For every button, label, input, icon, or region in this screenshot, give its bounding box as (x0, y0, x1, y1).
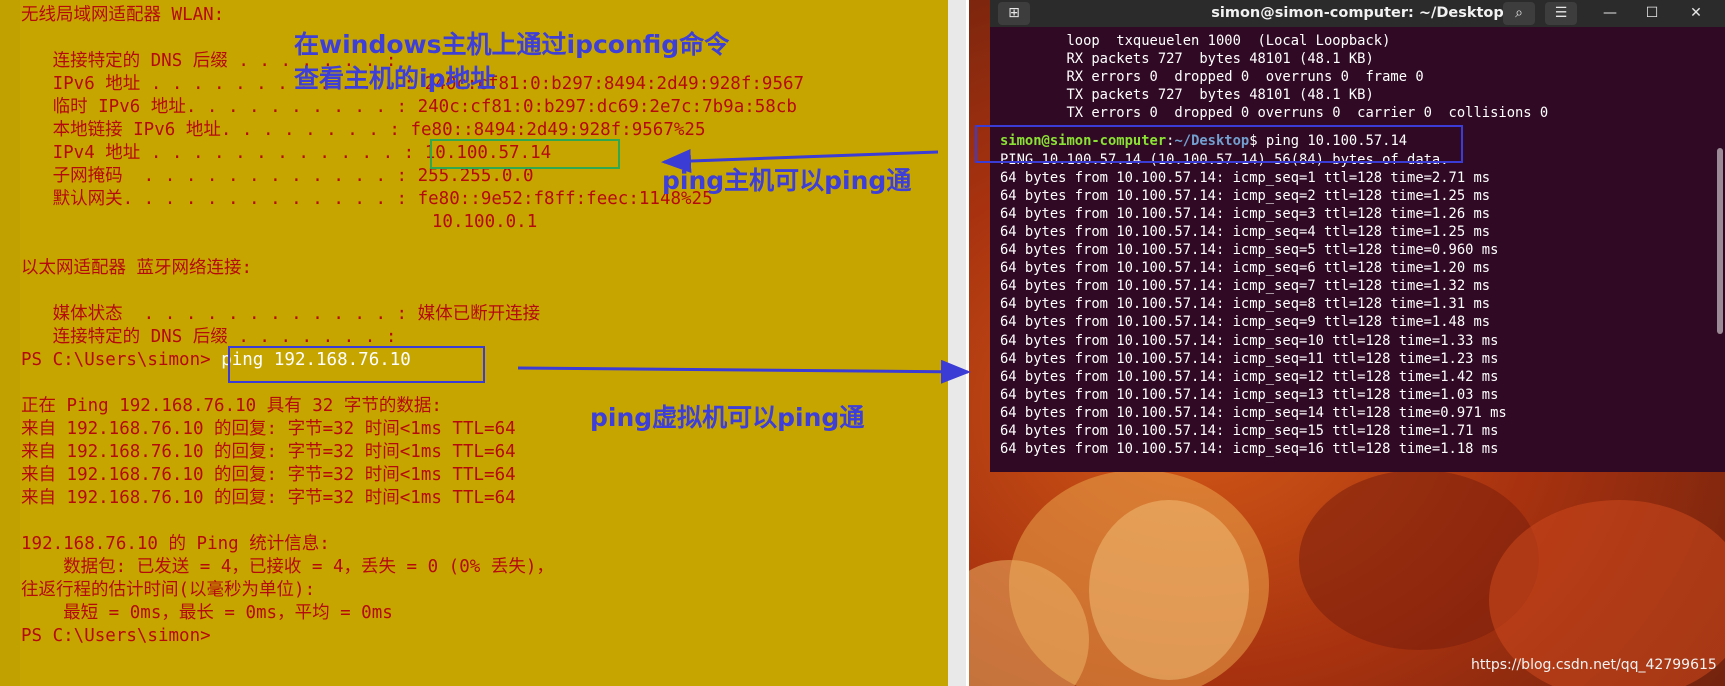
ps-ping-output-line: 来自 192.168.76.10 的回复: 字节=32 时间<1ms TTL=6… (21, 419, 516, 439)
ps-output-line: 10.100.0.1 (21, 212, 538, 232)
powershell-scrollbar[interactable] (948, 0, 966, 686)
terminal-output-line: TX packets 727 bytes 48101 (48.1 KB) (1000, 87, 1374, 104)
terminal-ping-reply: 64 bytes from 10.100.57.14: icmp_seq=12 … (1000, 368, 1499, 385)
ps-ping-output-line: 正在 Ping 192.168.76.10 具有 32 字节的数据: (21, 396, 442, 416)
terminal-ping-reply: 64 bytes from 10.100.57.14: icmp_seq=5 t… (1000, 242, 1499, 259)
terminal-ping-reply: 64 bytes from 10.100.57.14: icmp_seq=8 t… (1000, 296, 1491, 313)
terminal-output-line: loop txqueuelen 1000 (Local Loopback) (1000, 33, 1391, 49)
terminal-ping-reply: 64 bytes from 10.100.57.14: icmp_seq=7 t… (1000, 278, 1491, 295)
close-icon[interactable]: ✕ (1680, 2, 1712, 25)
minimize-icon[interactable]: — (1594, 2, 1626, 25)
terminal-scrollbar[interactable] (1717, 148, 1723, 334)
search-icon[interactable]: ⌕ (1503, 2, 1535, 25)
ipv4-highlight-box (430, 139, 620, 169)
terminal-ping-reply: 64 bytes from 10.100.57.14: icmp_seq=16 … (1000, 441, 1499, 458)
hamburger-menu-icon[interactable]: ☰ (1545, 2, 1577, 25)
ps-ping-output-line: 往返行程的估计时间(以毫秒为单位): (21, 580, 316, 600)
terminal-ping-reply: 64 bytes from 10.100.57.14: icmp_seq=4 t… (1000, 223, 1491, 240)
new-tab-icon[interactable]: ⊞ (998, 2, 1030, 25)
ps-prompt: PS C:\Users\simon> (21, 350, 222, 370)
ubuntu-terminal-window[interactable]: simon@simon-computer: ~/Desktop ⊞ ⌕ ☰ — … (990, 0, 1725, 472)
terminal-titlebar[interactable]: simon@simon-computer: ~/Desktop ⊞ ⌕ ☰ — … (990, 0, 1725, 27)
ps-output-line: 临时 IPv6 地址. . . . . . . . . . : 240c:cf8… (21, 97, 797, 117)
ps-ping-output-line: 来自 192.168.76.10 的回复: 字节=32 时间<1ms TTL=6… (21, 465, 516, 485)
ping-host-note: ping主机可以ping通 (662, 166, 912, 195)
ps-output-line: 无线局域网适配器 WLAN: (21, 5, 225, 25)
ps-ping-output-line: 192.168.76.10 的 Ping 统计信息: (21, 534, 330, 554)
terminal-ping-reply: 64 bytes from 10.100.57.14: icmp_seq=11 … (1000, 350, 1499, 367)
ps-ping-output-line: 来自 192.168.76.10 的回复: 字节=32 时间<1ms TTL=6… (21, 488, 516, 508)
terminal-ping-reply: 64 bytes from 10.100.57.14: icmp_seq=1 t… (1000, 169, 1491, 186)
ps-output-line: 默认网关. . . . . . . . . . . . . : fe80::9e… (21, 189, 713, 209)
terminal-ping-reply: 64 bytes from 10.100.57.14: icmp_seq=14 … (1000, 404, 1507, 421)
terminal-output-line: RX packets 727 bytes 48101 (48.1 KB) (1000, 51, 1374, 68)
terminal-ping-highlight-box (975, 125, 1463, 163)
terminal-ping-reply: 64 bytes from 10.100.57.14: icmp_seq=6 t… (1000, 260, 1491, 277)
powershell-window[interactable]: 无线局域网适配器 WLAN: 连接特定的 DNS 后缀 . . . . . . … (0, 0, 948, 686)
ps-output-line: 媒体状态 . . . . . . . . . . . . : 媒体已断开连接 (21, 304, 541, 324)
ping-vm-note: ping虚拟机可以ping通 (590, 403, 865, 432)
ps-final-prompt: PS C:\Users\simon> (21, 626, 211, 646)
ps-ping-output-line: 来自 192.168.76.10 的回复: 字节=32 时间<1ms TTL=6… (21, 442, 516, 462)
maximize-icon[interactable]: ☐ (1636, 2, 1668, 25)
ipconfig-note-line2: 查看主机的ip地址 (294, 64, 496, 93)
ipconfig-note-line1: 在windows主机上通过ipconfig命令 (294, 30, 730, 59)
terminal-ping-reply: 64 bytes from 10.100.57.14: icmp_seq=9 t… (1000, 314, 1491, 331)
ps-output-line: 本地链接 IPv6 地址. . . . . . . . : fe80::8494… (21, 120, 706, 140)
terminal-output-line: RX errors 0 dropped 0 overruns 0 frame 0 (1000, 69, 1424, 86)
terminal-ping-reply: 64 bytes from 10.100.57.14: icmp_seq=2 t… (1000, 187, 1491, 204)
terminal-output-line: TX errors 0 dropped 0 overruns 0 carrier… (1000, 105, 1549, 122)
ps-ping-output-line: 数据包: 已发送 = 4，已接收 = 4，丢失 = 0 (0% 丢失)， (21, 557, 554, 577)
powershell-left-edge (0, 0, 20, 686)
terminal-ping-reply: 64 bytes from 10.100.57.14: icmp_seq=15 … (1000, 423, 1499, 440)
watermark: https://blog.csdn.net/qq_42799615 (1471, 657, 1717, 673)
terminal-ping-reply: 64 bytes from 10.100.57.14: icmp_seq=10 … (1000, 332, 1499, 349)
ps-output-line: 以太网适配器 蓝牙网络连接: (21, 258, 253, 278)
ps-ping-output-line: 最短 = 0ms，最长 = 0ms，平均 = 0ms (21, 603, 393, 623)
ping-command-highlight-box (228, 346, 485, 383)
terminal-ping-reply: 64 bytes from 10.100.57.14: icmp_seq=13 … (1000, 386, 1499, 403)
terminal-ping-reply: 64 bytes from 10.100.57.14: icmp_seq=3 t… (1000, 205, 1491, 222)
ps-output-line: 连接特定的 DNS 后缀 . . . . . . . : (21, 327, 397, 347)
